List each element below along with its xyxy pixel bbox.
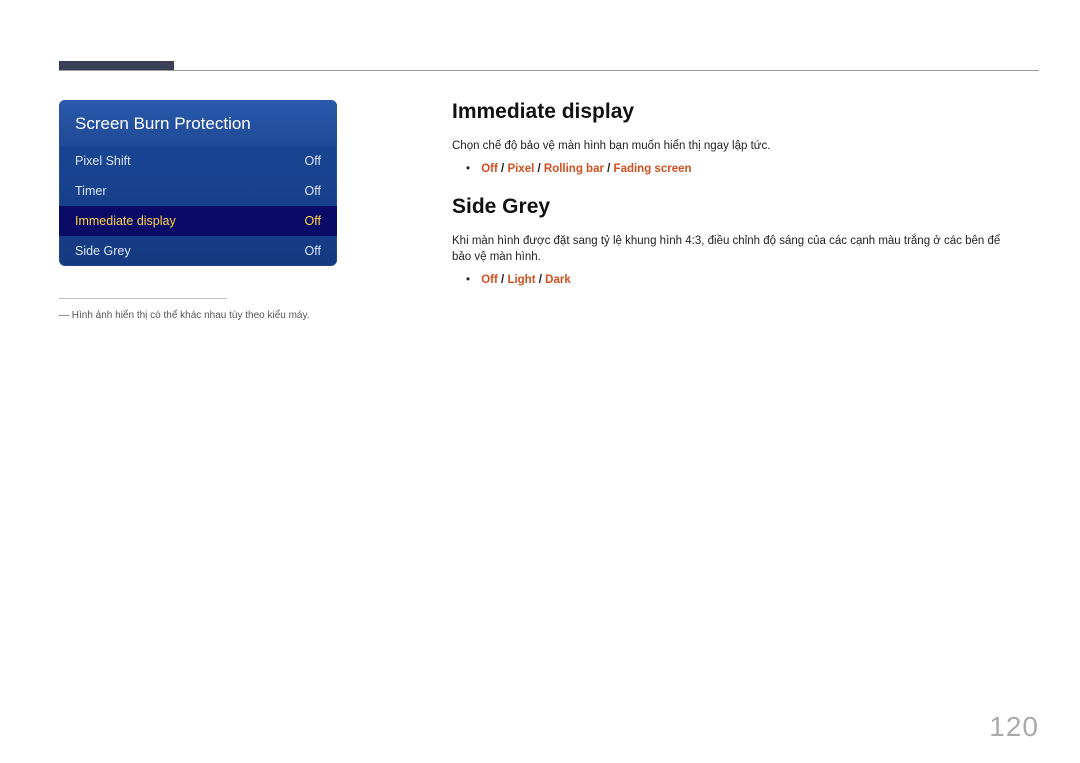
heading-immediate-display: Immediate display [452,100,1022,124]
content-area: Immediate display Chọn chế độ bảo vệ màn… [452,100,1022,306]
option-rolling-bar: Rolling bar [544,163,604,175]
header-tab-accent [59,61,174,70]
menu-item-value: Off [305,244,321,258]
header-horizontal-rule [59,70,1039,71]
menu-title: Screen Burn Protection [59,100,337,146]
option-separator: / [604,163,614,175]
footnote-divider [59,298,227,299]
menu-item-immediate-display[interactable]: Immediate display Off [59,206,337,236]
menu-item-label: Pixel Shift [75,154,131,168]
menu-panel-screen-burn-protection: Screen Burn Protection Pixel Shift Off T… [59,100,337,266]
option-light: Light [507,274,535,286]
menu-item-pixel-shift[interactable]: Pixel Shift Off [59,146,337,176]
desc-immediate-display: Chọn chế độ bảo vệ màn hình bạn muốn hiể… [452,138,1022,155]
menu-item-value: Off [305,214,321,228]
option-separator: / [534,163,544,175]
option-fading-screen: Fading screen [614,163,692,175]
option-separator: / [498,274,508,286]
menu-item-timer[interactable]: Timer Off [59,176,337,206]
option-separator: / [498,163,508,175]
page-number: 120 [989,711,1039,743]
menu-item-value: Off [305,184,321,198]
option-pixel: Pixel [507,163,534,175]
desc-side-grey: Khi màn hình được đặt sang tỷ lệ khung h… [452,233,1022,266]
menu-item-label: Timer [75,184,106,198]
menu-item-side-grey[interactable]: Side Grey Off [59,236,337,266]
menu-item-value: Off [305,154,321,168]
options-side-grey: Off / Light / Dark [466,274,1022,286]
bullet-icon [466,274,478,286]
menu-item-label: Side Grey [75,244,131,258]
page-root: Screen Burn Protection Pixel Shift Off T… [0,0,1080,763]
option-off: Off [481,163,498,175]
option-dark: Dark [545,274,571,286]
options-immediate-display: Off / Pixel / Rolling bar / Fading scree… [466,163,1022,175]
bullet-icon [466,163,478,175]
option-off: Off [481,274,498,286]
footnote-text: ― Hình ảnh hiển thị có thể khác nhau tùy… [59,310,359,321]
option-separator: / [536,274,546,286]
menu-item-label: Immediate display [75,214,176,228]
heading-side-grey: Side Grey [452,195,1022,219]
